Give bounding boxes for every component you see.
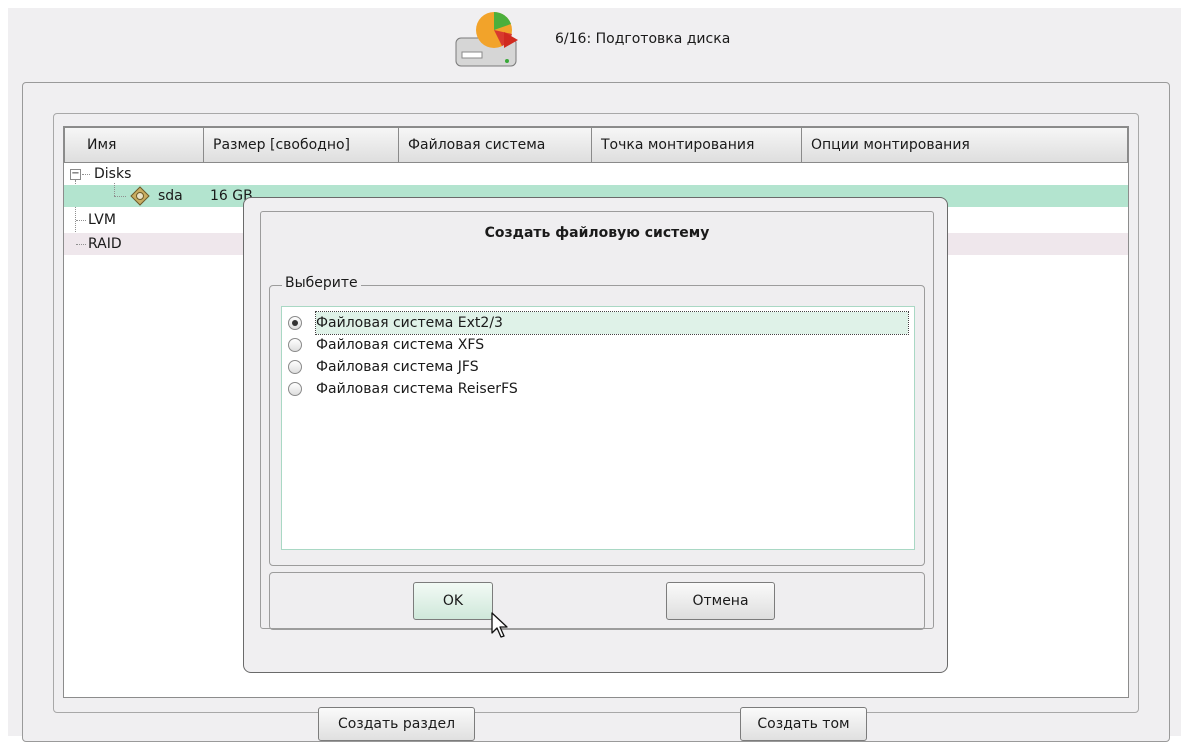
- option-label: Файловая система JFS: [316, 359, 479, 375]
- radio-icon[interactable]: [288, 338, 302, 352]
- tree-label-raid: RAID: [88, 236, 122, 252]
- tree-connector: [76, 220, 86, 221]
- ok-button[interactable]: OK: [413, 582, 493, 620]
- group-label: Выберите: [282, 275, 361, 291]
- radio-icon[interactable]: [288, 360, 302, 374]
- filesystem-choice-group: Выберите Файловая система Ext2/3 Файлова…: [269, 275, 925, 566]
- tree-connector: [114, 196, 126, 197]
- tree-row-disks[interactable]: − Disks: [64, 163, 1128, 185]
- create-filesystem-dialog: Создать файловую систему Выберите Файлов…: [243, 197, 948, 673]
- column-header-mount-options[interactable]: Опции монтирования: [802, 127, 1128, 163]
- dialog-body: Создать файловую систему Выберите Файлов…: [260, 211, 934, 630]
- tree-connector: [76, 244, 86, 245]
- option-label: Файловая система XFS: [316, 337, 485, 353]
- dialog-button-bar: OK Отмена: [269, 572, 925, 630]
- disk-partition-icon: [455, 11, 518, 67]
- tree-label-sda: sda: [158, 188, 183, 204]
- collapse-icon[interactable]: −: [70, 169, 81, 180]
- tree-label-lvm: LVM: [88, 212, 116, 228]
- tree-connector: [82, 174, 90, 175]
- column-header-size[interactable]: Размер [свободно]: [204, 127, 399, 163]
- hard-disk-icon: [130, 186, 150, 206]
- filesystem-options-list: Файловая система Ext2/3 Файловая система…: [281, 306, 915, 550]
- cancel-button[interactable]: Отмена: [666, 582, 775, 620]
- step-title: 6/16: Подготовка диска: [555, 31, 731, 47]
- tree-header: Имя Размер [свободно] Файловая система Т…: [64, 127, 1128, 163]
- dialog-title: Создать файловую систему: [484, 225, 710, 241]
- column-header-name[interactable]: Имя: [64, 127, 204, 163]
- option-label: Файловая система Ext2/3: [315, 311, 909, 335]
- option-label: Файловая система ReiserFS: [316, 381, 518, 397]
- column-header-mountpoint[interactable]: Точка монтирования: [592, 127, 802, 163]
- column-header-filesystem[interactable]: Файловая система: [399, 127, 592, 163]
- mouse-pointer-icon: [491, 612, 508, 638]
- tree-label-disks: Disks: [94, 166, 132, 182]
- radio-selected-icon[interactable]: [288, 316, 302, 330]
- tree-connector: [114, 183, 115, 196]
- radio-icon[interactable]: [288, 382, 302, 396]
